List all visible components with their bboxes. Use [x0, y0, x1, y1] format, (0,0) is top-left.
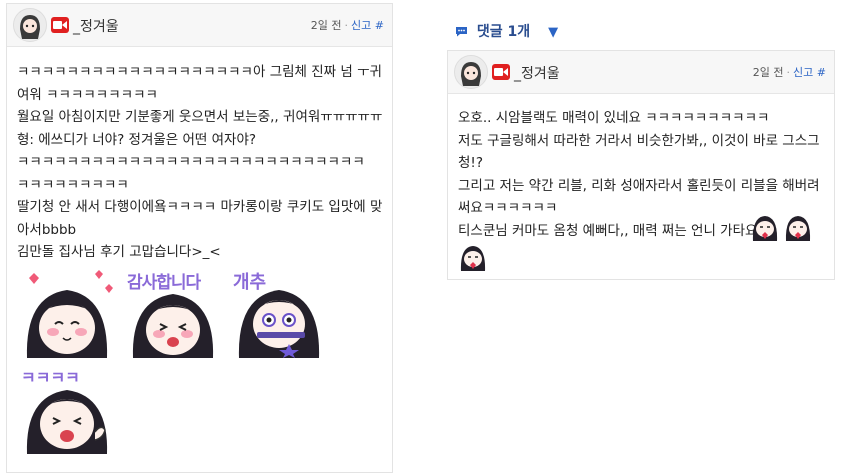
sticker-caption: 개추	[233, 272, 267, 293]
video-badge-icon	[51, 17, 69, 33]
comment-card: _정겨울 2일 전 · 신고 # 오호.. 시암블랙도 매력이 있네요 ㅋㅋㅋㅋㅋㅋ…	[447, 50, 835, 280]
comment-time: 2일 전	[752, 66, 784, 79]
post-body: ㅋㅋㅋㅋㅋㅋㅋㅋㅋㅋㅋㅋㅋㅋㅋㅋㅋㅋㅋ아 그림체 진짜 넘 ㅜ귀 여워 ㅋㅋㅋㅋ…	[17, 61, 385, 264]
avatar[interactable]	[13, 8, 47, 42]
mini-girl-emoticon	[750, 211, 780, 241]
comments-header[interactable]: 댓글 1개 ▼	[455, 21, 558, 41]
laugh-sticker: ㅋㅋㅋㅋ	[17, 362, 117, 454]
comment-line: 그리고 저는 약간 리블, 리화 성애자라서 홀린듯이 리블을 해버려	[458, 177, 820, 194]
post-meta: 2일 전 · 신고 #	[310, 19, 384, 32]
comment-line: 청!?	[458, 155, 483, 171]
post-line: 여워 ㅋㅋㅋㅋㅋㅋㅋㅋㅋ	[17, 86, 158, 103]
post-time: 2일 전	[310, 19, 342, 32]
video-badge-icon	[492, 64, 510, 80]
comments-count: 댓글 1개	[476, 24, 531, 40]
post-line: 월요일 아침이지만 기분좋게 웃으면서 보는중,, 귀여워ㅠㅠㅠㅠㅠ	[17, 109, 383, 125]
comment-header: _정겨울 2일 전 · 신고 #	[448, 51, 834, 94]
thanks-sticker: 감사합니다	[123, 266, 223, 358]
post-line: 형: 에쓰디가 너야? 정겨울은 어떤 여자야?	[17, 131, 257, 148]
comment-line: 오호.. 시암블랙도 매력이 있네요 ㅋㅋㅋㅋㅋㅋㅋㅋㅋㅋ	[458, 110, 770, 126]
triangle-down-icon[interactable]: ▼	[548, 25, 558, 40]
post-line: ㅋㅋㅋㅋㅋㅋㅋㅋㅋ	[17, 176, 129, 193]
avatar[interactable]	[454, 55, 488, 89]
post-line: 딸기청 안 새서 다행이에욬ㅋㅋㅋㅋ 마카롱이랑 쿠키도 입맛에 맞	[17, 199, 383, 215]
post-header: _정겨울 2일 전 · 신고 #	[7, 4, 392, 47]
sticker-caption: 감사합니다	[127, 273, 201, 293]
comment-meta: 2일 전 · 신고 #	[752, 66, 826, 79]
post-line: ㅋㅋㅋㅋㅋㅋㅋㅋㅋㅋㅋㅋㅋㅋㅋㅋㅋㅋㅋ아 그림체 진짜 넘 ㅜ귀	[17, 64, 382, 80]
post-line: ㅋㅋㅋㅋㅋㅋㅋㅋㅋㅋㅋㅋㅋㅋㅋㅋㅋㅋㅋㅋㅋㅋㅋㅋㅋㅋㅋㅋ	[17, 154, 365, 170]
heart-girl-sticker	[17, 266, 117, 358]
report-link[interactable]: 신고 #	[351, 19, 384, 32]
mini-girl-emoticon	[783, 211, 813, 241]
gaechu-sticker: 개추	[229, 266, 329, 358]
report-link[interactable]: 신고 #	[793, 66, 826, 79]
speech-bubble-icon	[455, 24, 473, 40]
sticker-caption: ㅋㅋㅋㅋ	[21, 368, 80, 387]
author-name[interactable]: _정겨울	[73, 16, 119, 36]
post-line: 아서bbbb	[17, 221, 77, 238]
post-card: _정겨울 2일 전 · 신고 # ㅋㅋㅋㅋㅋㅋㅋㅋㅋㅋㅋㅋㅋㅋㅋㅋㅋㅋㅋ아 그림체 …	[6, 3, 393, 473]
author-name[interactable]: _정겨울	[514, 63, 560, 83]
post-line: 김만돌 집사님 후기 고맙습니다>_<	[17, 244, 221, 260]
comment-line: 저도 구글링해서 따라한 거라서 비슷한가봐,, 이것이 바로 그스그	[458, 132, 820, 149]
mini-girl-emoticon	[458, 241, 488, 271]
